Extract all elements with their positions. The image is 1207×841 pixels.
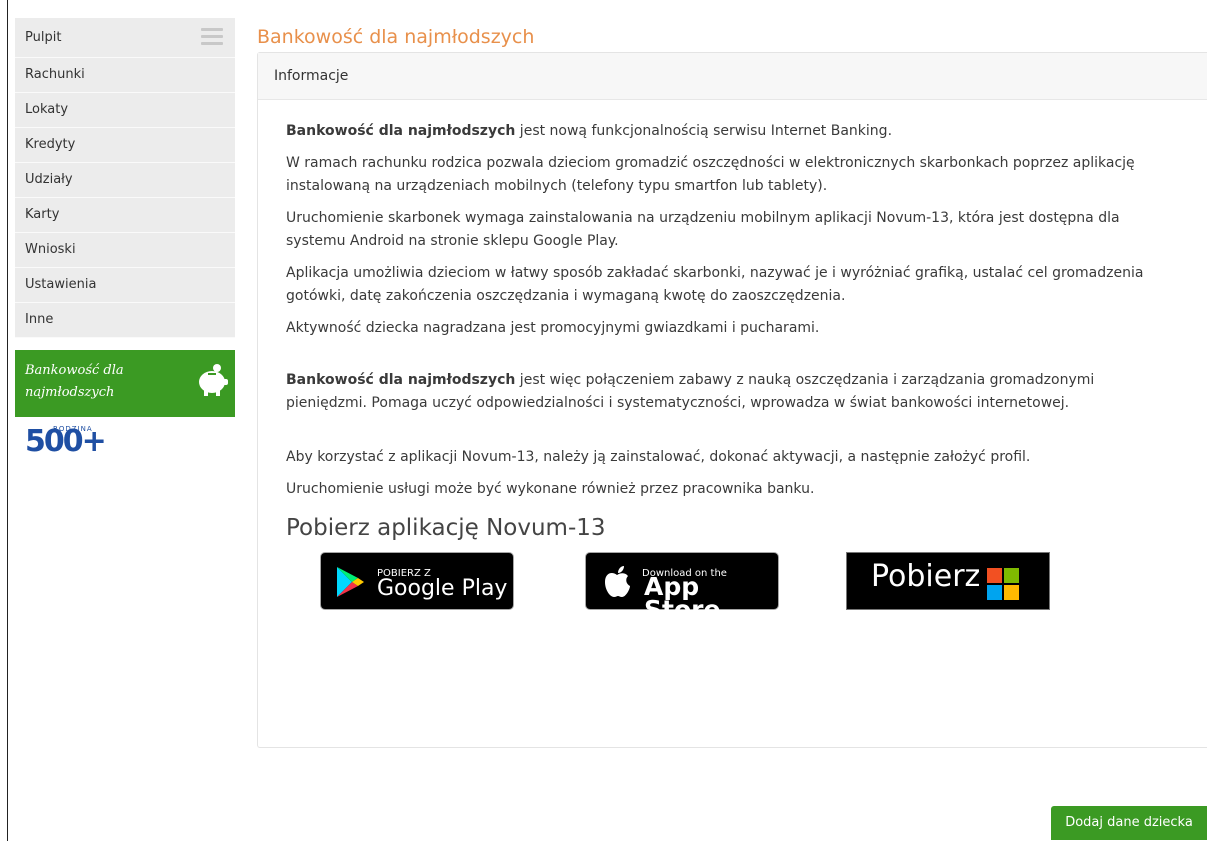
panel-header: Informacje bbox=[258, 53, 1207, 100]
sidebar-item-label: Wnioski bbox=[25, 242, 76, 257]
intro-paragraph: Bankowość dla najmłodszych jest nową fun… bbox=[286, 120, 1179, 143]
summary-paragraph: Bankowość dla najmłodszych jest więc poł… bbox=[286, 369, 1179, 415]
features-paragraph: Aplikacja umożliwia dzieciom w łatwy spo… bbox=[286, 265, 1144, 304]
microsoft-store-text: Pobierz bbox=[871, 559, 981, 594]
sidebar-item-label: Lokaty bbox=[25, 102, 69, 117]
intro-bold: Bankowość dla najmłodszych bbox=[286, 123, 516, 139]
rewards-paragraph: Aktywność dziecka nagradzana jest promoc… bbox=[286, 320, 820, 336]
app-store-badge[interactable]: Download on the App Store bbox=[585, 552, 779, 622]
requirements-paragraph: Uruchomienie skarbonek wymaga zainstalow… bbox=[286, 210, 1120, 249]
hamburger-menu-icon[interactable] bbox=[201, 28, 223, 46]
sidebar-menu: Pulpit Rachunki Lokaty Kredyty Udziały K… bbox=[15, 18, 235, 463]
window-left-border bbox=[0, 0, 8, 841]
sidebar-item-pulpit[interactable]: Pulpit bbox=[15, 18, 235, 58]
apple-icon bbox=[605, 566, 630, 597]
sidebar-item-label: Udziały bbox=[25, 172, 73, 187]
usage-paragraph: Aby korzystać z aplikacji Novum-13, nale… bbox=[286, 449, 1031, 465]
sidebar-item-label: Ustawienia bbox=[25, 277, 97, 292]
promo-label: Bankowość dla najmłodszych bbox=[25, 363, 124, 400]
google-play-main-text: Google Play bbox=[377, 576, 508, 601]
sidebar-item-label: Karty bbox=[25, 207, 60, 222]
info-panel: Informacje Bankowość dla najmłodszych je… bbox=[257, 52, 1207, 748]
summary-bold: Bankowość dla najmłodszych bbox=[286, 372, 516, 388]
sidebar-item-lokaty[interactable]: Lokaty bbox=[15, 93, 235, 128]
google-play-icon bbox=[337, 567, 364, 597]
google-play-badge[interactable]: POBIERZ Z Google Play bbox=[320, 552, 514, 610]
sidebar-item-udzialy[interactable]: Udziały bbox=[15, 163, 235, 198]
sidebar-item-bankowosc-najmlodszych[interactable]: Bankowość dla najmłodszych bbox=[15, 350, 235, 417]
sidebar-item-kredyty[interactable]: Kredyty bbox=[15, 128, 235, 163]
sidebar-item-label: Pulpit bbox=[25, 30, 62, 45]
logo-word: RODZINA bbox=[53, 425, 93, 433]
sidebar-item-label: Kredyty bbox=[25, 137, 76, 152]
sidebar-item-ustawienia[interactable]: Ustawienia bbox=[15, 268, 235, 303]
download-title: Pobierz aplikację Novum-13 bbox=[286, 515, 606, 541]
page-title: Bankowość dla najmłodszych bbox=[257, 26, 535, 48]
rodzina-500-logo[interactable]: RODZINA 500+ bbox=[25, 425, 107, 463]
microsoft-store-badge[interactable]: Pobierz bbox=[846, 552, 1050, 610]
sidebar-item-label: Inne bbox=[25, 312, 54, 327]
intro-text: jest nową funkcjonalnością serwisu Inter… bbox=[515, 123, 893, 139]
app-store-main-text: App Store bbox=[644, 572, 721, 624]
store-badges: POBIERZ Z Google Play Download on the Ap… bbox=[286, 552, 1179, 622]
windows-logo-icon bbox=[987, 568, 1019, 600]
sidebar-item-rachunki[interactable]: Rachunki bbox=[15, 58, 235, 93]
piggy-bank-icon bbox=[199, 364, 228, 396]
sidebar-item-inne[interactable]: Inne bbox=[15, 303, 235, 338]
sidebar-item-label: Rachunki bbox=[25, 67, 85, 82]
panel-body: Bankowość dla najmłodszych jest nową fun… bbox=[258, 100, 1207, 630]
staff-paragraph: Uruchomienie usługi może być wykonane ró… bbox=[286, 481, 815, 497]
description-paragraph: W ramach rachunku rodzica pozwala dzieci… bbox=[286, 155, 1135, 194]
sidebar-item-wnioski[interactable]: Wnioski bbox=[15, 233, 235, 268]
sidebar-item-karty[interactable]: Karty bbox=[15, 198, 235, 233]
add-child-data-button[interactable]: Dodaj dane dziecka bbox=[1051, 806, 1207, 840]
